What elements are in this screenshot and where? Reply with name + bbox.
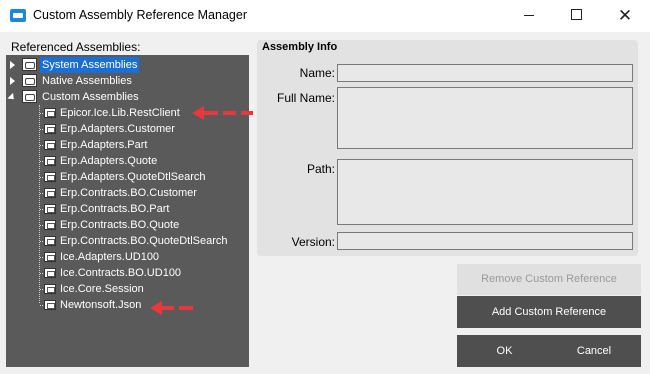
minimize-button[interactable] — [506, 0, 552, 32]
assembly-icon — [44, 252, 56, 262]
full-name-field[interactable] — [337, 87, 633, 149]
name-field[interactable] — [337, 64, 633, 82]
tree-leaf-label: Erp.Contracts.BO.Quote — [60, 219, 180, 231]
tree-leaf[interactable]: Ice.Core.Session — [6, 281, 246, 297]
app-icon — [10, 9, 26, 22]
tree-node-label: System Assemblies — [40, 57, 140, 73]
tree-leaf-label: Epicor.Ice.Lib.RestClient — [60, 107, 180, 119]
assembly-icon — [44, 204, 56, 214]
tree-leaf-label: Erp.Adapters.Part — [60, 139, 148, 151]
tree-leaf-label: Ice.Core.Session — [60, 283, 144, 295]
full-name-label: Full Name: — [276, 91, 335, 105]
tree-leaf-label: Erp.Contracts.BO.Part — [60, 203, 170, 215]
add-custom-reference-button[interactable]: Add Custom Reference — [457, 296, 641, 328]
tree-leaf-label: Erp.Adapters.Quote — [60, 155, 158, 167]
tree-leaf[interactable]: Erp.Adapters.Part — [6, 137, 246, 153]
cancel-button[interactable]: Cancel — [546, 335, 641, 367]
tree-leaf-label: Newtonsoft.Json — [60, 299, 142, 311]
maximize-button[interactable] — [553, 0, 599, 32]
tree-node-system-assemblies[interactable]: System Assemblies — [6, 57, 246, 73]
name-label: Name: — [299, 66, 335, 80]
assembly-info-title: Assembly Info — [262, 41, 338, 53]
assembly-icon — [44, 124, 56, 134]
tree-node-label: Native Assemblies — [42, 75, 132, 87]
title-bar: Custom Assembly Reference Manager ✕ — [0, 0, 650, 32]
tree-node-native-assemblies[interactable]: Native Assemblies — [6, 73, 246, 89]
annotation-arrow-icon — [192, 106, 253, 120]
tree-leaf-label: Ice.Adapters.UD100 — [60, 251, 160, 263]
tree-leaf[interactable]: Ice.Contracts.BO.UD100 — [6, 265, 246, 281]
assembly-icon — [44, 236, 56, 246]
assembly-icon — [44, 108, 56, 118]
assembly-icon — [44, 172, 56, 182]
tree-leaf[interactable]: Erp.Contracts.BO.Part — [6, 201, 246, 217]
minimize-icon — [524, 15, 534, 17]
assembly-icon — [44, 156, 56, 166]
tree-leaf[interactable]: Newtonsoft.Json — [6, 297, 246, 313]
tree-node-custom-assemblies[interactable]: Custom Assemblies — [6, 89, 246, 105]
tree-leaf[interactable]: Erp.Contracts.BO.Quote — [6, 217, 246, 233]
tree-leaf[interactable]: Erp.Contracts.BO.Customer — [6, 185, 246, 201]
version-field[interactable] — [337, 232, 633, 250]
assembly-icon — [44, 300, 56, 310]
tree-leaf-label: Erp.Contracts.BO.Customer — [60, 187, 197, 199]
window-title: Custom Assembly Reference Manager — [33, 8, 247, 22]
assembly-folder-icon — [22, 58, 37, 71]
assembly-icon — [44, 188, 56, 198]
path-field[interactable] — [337, 159, 633, 225]
assembly-info-panel: Assembly Info Name: Full Name: Path: Ver… — [257, 40, 638, 256]
collapse-arrow-icon[interactable] — [7, 92, 17, 103]
expand-arrow-icon[interactable] — [10, 77, 15, 85]
assembly-icon — [44, 284, 56, 294]
expand-arrow-icon[interactable] — [10, 61, 15, 69]
referenced-assemblies-label: Referenced Assemblies: — [11, 40, 141, 54]
ok-button[interactable]: OK — [457, 335, 552, 367]
path-label: Path: — [306, 162, 335, 176]
tree-leaf[interactable]: Erp.Adapters.Customer — [6, 121, 246, 137]
tree-leaf[interactable]: Ice.Adapters.UD100 — [6, 249, 246, 265]
remove-custom-reference-button[interactable]: Remove Custom Reference — [457, 264, 641, 295]
tree-leaf-label: Ice.Contracts.BO.UD100 — [60, 267, 182, 279]
close-icon: ✕ — [617, 6, 633, 25]
maximize-icon — [570, 9, 582, 21]
assembly-icon — [44, 220, 56, 230]
tree-leaf[interactable]: Erp.Adapters.QuoteDtlSearch — [6, 169, 246, 185]
assembly-icon — [44, 268, 56, 278]
tree-leaf-label: Erp.Contracts.BO.QuoteDtlSearch — [60, 235, 228, 247]
assembly-icon — [44, 140, 56, 150]
tree-leaf[interactable]: Erp.Adapters.Quote — [6, 153, 246, 169]
tree-leaf-label: Erp.Adapters.Customer — [60, 123, 175, 135]
annotation-arrow-icon — [150, 301, 193, 315]
assembly-tree[interactable]: System Assemblies Native Assemblies Cust… — [6, 55, 249, 367]
tree-leaf-label: Erp.Adapters.QuoteDtlSearch — [60, 171, 206, 183]
close-button[interactable]: ✕ — [602, 0, 648, 32]
version-label: Version: — [291, 235, 335, 249]
assembly-folder-icon — [22, 90, 37, 103]
assembly-folder-icon — [22, 74, 37, 87]
tree-node-label: Custom Assemblies — [42, 91, 139, 103]
tree-leaf[interactable]: Erp.Contracts.BO.QuoteDtlSearch — [6, 233, 246, 249]
